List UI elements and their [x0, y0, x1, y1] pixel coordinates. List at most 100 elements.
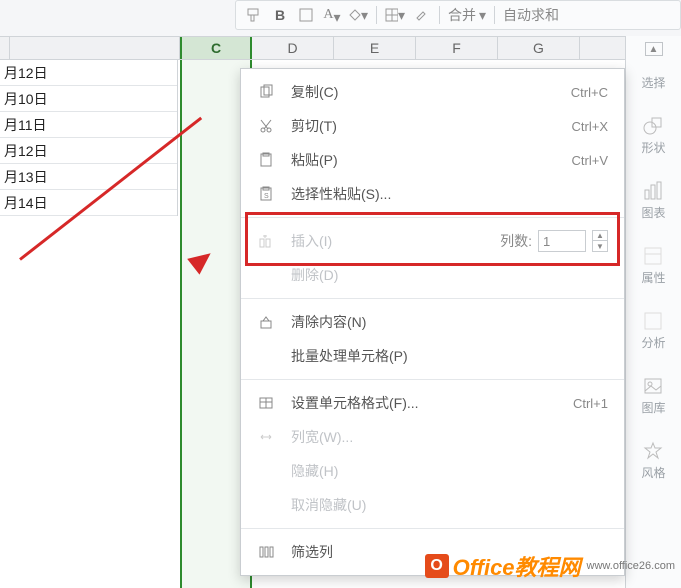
menu-separator: [241, 379, 624, 380]
side-chart-label: 图表: [641, 204, 665, 221]
menu-batch-label: 批量处理单元格(P): [277, 346, 608, 366]
menu-insert[interactable]: 插入(I) 列数: ▲▼: [241, 224, 624, 258]
menu-paste[interactable]: 粘贴(P) Ctrl+V: [241, 143, 624, 177]
paste-icon: [255, 152, 277, 168]
side-gallery-label: 图库: [641, 399, 665, 416]
cell[interactable]: 月12日: [0, 138, 177, 164]
side-chart[interactable]: 图表: [641, 180, 665, 221]
side-analyze[interactable]: 分析: [641, 310, 665, 351]
corner-stub: [0, 37, 10, 59]
menu-copy-label: 复制(C): [277, 82, 571, 102]
highlight-icon[interactable]: [411, 5, 431, 25]
style-icon: [642, 440, 664, 462]
watermark-text: Office教程网: [453, 550, 581, 582]
menu-hide[interactable]: 隐藏(H): [241, 454, 624, 488]
border-icon[interactable]: ▾: [385, 5, 405, 25]
menu-cut[interactable]: 剪切(T) Ctrl+X: [241, 109, 624, 143]
svg-text:S: S: [264, 193, 269, 200]
watermark-domain: www.office26.com: [587, 560, 675, 572]
context-menu: 复制(C) Ctrl+C 剪切(T) Ctrl+X 粘贴(P) Ctrl+V S…: [240, 68, 625, 576]
menu-clear[interactable]: 清除内容(N): [241, 305, 624, 339]
spinner-buttons[interactable]: ▲▼: [592, 230, 608, 252]
side-panel: ▲ 选择 形状 图表 属性 分析 图库 风格: [625, 36, 681, 588]
column-header-row: C D E F G: [0, 36, 625, 60]
shapes-icon: [642, 115, 664, 137]
menu-delete[interactable]: 删除(D): [241, 258, 624, 292]
column-header-e[interactable]: E: [334, 37, 416, 59]
toolbar-divider: [494, 6, 495, 24]
data-column-b: 月12日 月10日 月11日 月12日 月13日 月14日: [0, 60, 178, 216]
insert-cols-input[interactable]: [538, 230, 586, 252]
cell[interactable]: 月12日: [0, 60, 177, 86]
side-shapes[interactable]: 形状: [641, 115, 665, 156]
column-header-c[interactable]: C: [180, 37, 252, 59]
copy-icon: [255, 84, 277, 100]
toolbar-divider: [376, 6, 377, 24]
menu-separator: [241, 298, 624, 299]
menu-hide-label: 隐藏(H): [277, 461, 608, 481]
filter-icon: [255, 544, 277, 560]
menu-cut-label: 剪切(T): [277, 116, 572, 136]
outline-icon[interactable]: [296, 5, 316, 25]
menu-col-width[interactable]: 列宽(W)...: [241, 420, 624, 454]
chart-icon: [642, 180, 664, 202]
scroll-up-button[interactable]: ▲: [645, 42, 663, 56]
side-select[interactable]: 选择: [641, 74, 665, 91]
column-header-f[interactable]: F: [416, 37, 498, 59]
menu-paste-shortcut: Ctrl+V: [572, 153, 608, 168]
menu-format-cells[interactable]: 设置单元格格式(F)... Ctrl+1: [241, 386, 624, 420]
side-select-label: 选择: [641, 74, 665, 91]
merge-button[interactable]: 合并▾: [448, 5, 486, 25]
side-style-label: 风格: [641, 464, 665, 481]
side-props-label: 属性: [641, 269, 665, 286]
watermark: O Office教程网 www.office26.com: [425, 550, 675, 582]
menu-copy[interactable]: 复制(C) Ctrl+C: [241, 75, 624, 109]
cell[interactable]: 月13日: [0, 164, 177, 190]
format-painter-icon[interactable]: [244, 5, 264, 25]
column-header-g[interactable]: G: [498, 37, 580, 59]
cell[interactable]: 月14日: [0, 190, 177, 216]
side-shapes-label: 形状: [641, 139, 665, 156]
spin-down[interactable]: ▼: [593, 241, 607, 251]
autosum-button[interactable]: 自动求和: [503, 5, 559, 25]
menu-clear-label: 清除内容(N): [277, 312, 608, 332]
toolbar-divider: [439, 6, 440, 24]
clear-icon: [255, 314, 277, 330]
side-style[interactable]: 风格: [641, 440, 665, 481]
menu-insert-label: 插入(I): [277, 231, 500, 251]
mini-toolbar: B A▾ ▾ ▾ 合并▾ 自动求和: [235, 0, 681, 30]
menu-col-width-label: 列宽(W)...: [277, 427, 608, 447]
gallery-icon: [642, 375, 664, 397]
menu-paste-label: 粘贴(P): [277, 150, 572, 170]
font-color-icon[interactable]: A▾: [322, 5, 342, 25]
menu-separator: [241, 217, 624, 218]
menu-batch[interactable]: 批量处理单元格(P): [241, 339, 624, 373]
menu-unhide[interactable]: 取消隐藏(U): [241, 488, 624, 522]
spin-up[interactable]: ▲: [593, 231, 607, 241]
menu-separator: [241, 528, 624, 529]
bold-button[interactable]: B: [270, 5, 290, 25]
format-cells-icon: [255, 395, 277, 411]
col-width-icon: [255, 429, 277, 445]
side-analyze-label: 分析: [641, 334, 665, 351]
side-props[interactable]: 属性: [641, 245, 665, 286]
cell[interactable]: 月11日: [0, 112, 177, 138]
cut-icon: [255, 118, 277, 134]
paste-special-icon: S: [255, 186, 277, 202]
menu-cut-shortcut: Ctrl+X: [572, 119, 608, 134]
fill-color-icon[interactable]: ▾: [348, 5, 368, 25]
side-gallery[interactable]: 图库: [641, 375, 665, 416]
menu-paste-special[interactable]: S 选择性粘贴(S)...: [241, 177, 624, 211]
properties-icon: [642, 245, 664, 267]
cell[interactable]: 月10日: [0, 86, 177, 112]
insert-icon: [255, 233, 277, 249]
insert-cols-stepper[interactable]: 列数: ▲▼: [500, 230, 608, 252]
menu-delete-label: 删除(D): [277, 265, 608, 285]
column-header-b[interactable]: [10, 37, 180, 59]
insert-cols-label: 列数:: [500, 231, 532, 251]
menu-format-label: 设置单元格格式(F)...: [277, 393, 573, 413]
menu-format-shortcut: Ctrl+1: [573, 396, 608, 411]
column-header-d[interactable]: D: [252, 37, 334, 59]
menu-unhide-label: 取消隐藏(U): [277, 495, 608, 515]
menu-copy-shortcut: Ctrl+C: [571, 85, 608, 100]
